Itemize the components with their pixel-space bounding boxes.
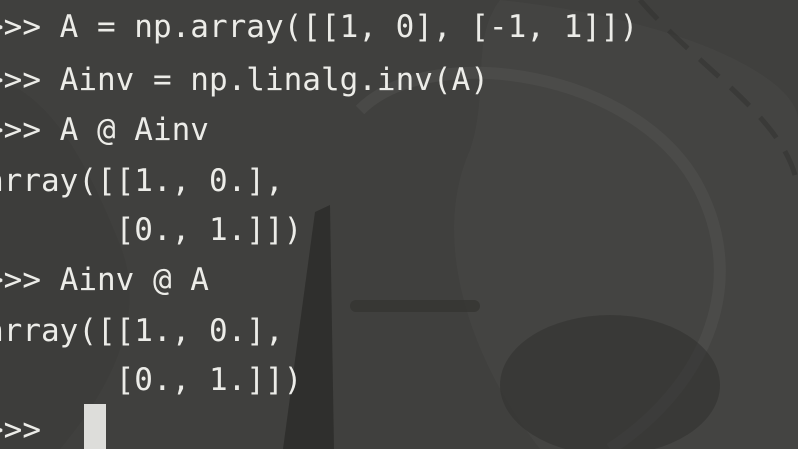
text-cursor[interactable] [84, 404, 106, 449]
terminal-window[interactable]: >>> A = np.array([[1, 0], [-1, 1]]) >>> … [0, 0, 798, 449]
terminal-line-7: array([[1., 0.], [0, 313, 284, 349]
terminal-line-3: >>> A @ Ainv [0, 112, 209, 148]
terminal-line-8: [0., 1.]]) [0, 362, 303, 398]
terminal-line-6: >>> Ainv @ A [0, 262, 209, 298]
terminal-output: >>> A = np.array([[1, 0], [-1, 1]]) >>> … [0, 0, 798, 449]
terminal-line-4: array([[1., 0.], [0, 163, 284, 199]
terminal-line-1: >>> A = np.array([[1, 0], [-1, 1]]) [0, 9, 639, 45]
terminal-line-2: >>> Ainv = np.linalg.inv(A) [0, 62, 489, 98]
terminal-prompt-line: >>> [0, 412, 41, 448]
terminal-line-5: [0., 1.]]) [0, 212, 303, 248]
